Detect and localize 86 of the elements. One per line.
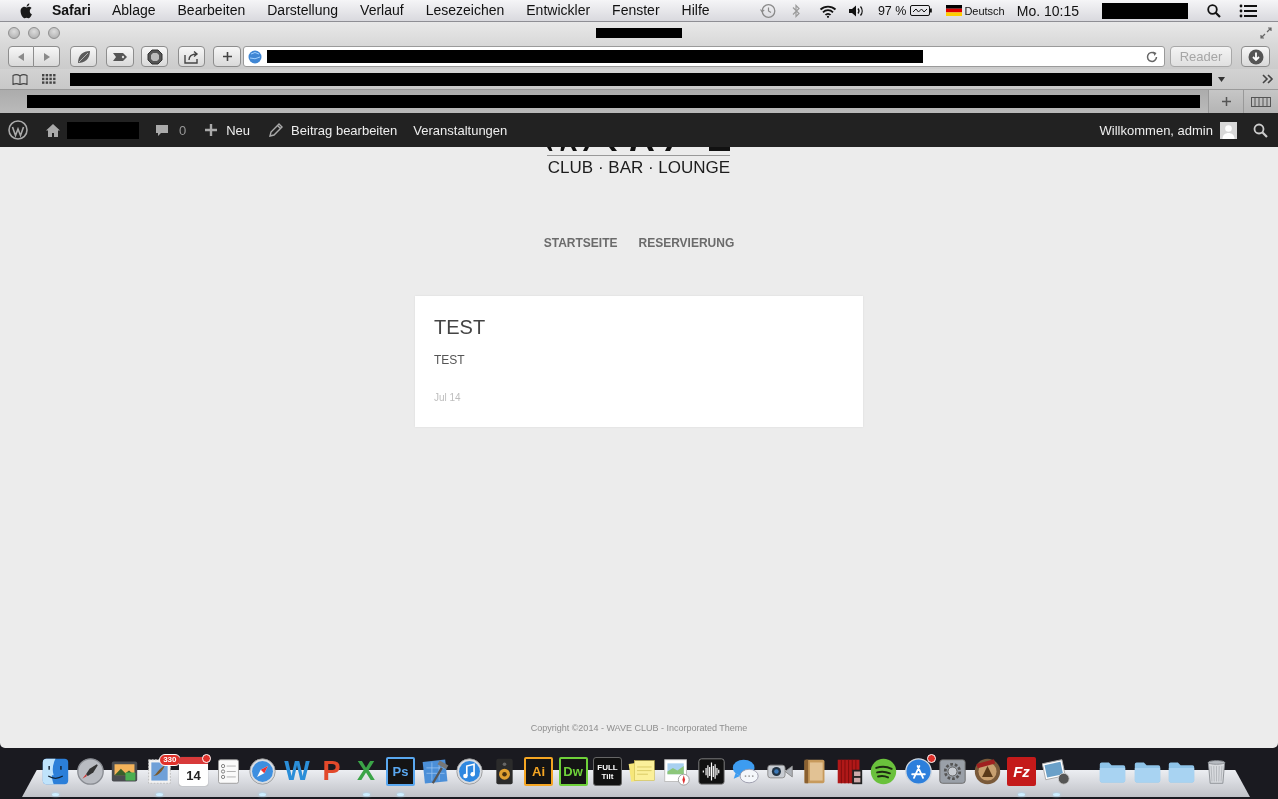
gear-icon[interactable] <box>938 757 967 786</box>
menu-item[interactable]: Fenster <box>601 0 671 21</box>
grid-icon[interactable] <box>42 74 56 84</box>
post-excerpt: TEST <box>434 353 465 367</box>
nav-link[interactable]: STARTSEITE <box>543 236 618 250</box>
admin-bar-link[interactable]: Neu <box>204 122 251 138</box>
notification-count: 330 <box>159 754 181 766</box>
photo-icon[interactable] <box>1041 757 1071 786</box>
speech-bubbles-icon[interactable] <box>731 757 760 786</box>
compass-icon[interactable] <box>248 757 277 786</box>
menu-item[interactable]: Darstellung <box>256 0 350 21</box>
fullscreen-icon[interactable] <box>1260 27 1272 39</box>
account-link[interactable]: Willkommen, admin <box>1099 121 1237 139</box>
menu-item[interactable]: Lesezeichen <box>414 0 516 21</box>
a-symbol-circle-icon[interactable] <box>903 757 933 786</box>
tab-overview-button[interactable] <box>1244 90 1278 113</box>
right-triangle-icon <box>42 51 51 62</box>
redaction-bar <box>67 121 139 139</box>
app-launcher[interactable]: FULL Tilt <box>593 757 622 786</box>
app-launcher[interactable]: Ai <box>524 757 553 786</box>
apple-icon[interactable] <box>20 2 33 19</box>
reload-icon[interactable] <box>1146 50 1158 63</box>
toolbar-button[interactable] <box>178 46 205 67</box>
app-launcher[interactable]: Dw <box>558 757 588 786</box>
tabs-overview-icon <box>1251 96 1271 107</box>
app-launcher[interactable]: Ps <box>386 757 415 786</box>
face-tile-icon[interactable] <box>41 757 70 786</box>
music-note-icon[interactable] <box>455 757 484 786</box>
comment-icon <box>155 123 169 137</box>
battery-percent[interactable]: 97 % <box>877 3 907 18</box>
post-title[interactable]: TEST <box>434 316 486 338</box>
plus-icon <box>204 123 219 137</box>
octagon-icon <box>146 48 163 65</box>
toolbar-button[interactable] <box>141 46 168 67</box>
volume-icon[interactable] <box>847 3 864 18</box>
admin-bar-link[interactable]: Beitrag bearbeiten <box>268 122 398 138</box>
map-icon[interactable] <box>662 757 691 786</box>
pencil-icon <box>268 122 284 138</box>
round-emblem-icon[interactable] <box>972 757 1002 786</box>
clock[interactable]: Mo. 10:15 <box>1016 2 1079 19</box>
flag-icon[interactable] <box>946 5 963 16</box>
home-icon[interactable] <box>45 122 61 138</box>
search-icon[interactable] <box>1207 3 1221 18</box>
back-button[interactable] <box>8 46 34 67</box>
waveform-icon[interactable] <box>696 757 726 786</box>
toolbar-button[interactable] <box>106 46 134 67</box>
new-tab-button[interactable] <box>1208 90 1244 113</box>
wordpress-logo-icon[interactable] <box>8 120 28 140</box>
calendar-launcher[interactable]: 14 <box>179 757 208 786</box>
menu-item[interactable]: Bearbeiten <box>166 0 257 21</box>
logo-tagline: CLUB · BAR · LOUNGE <box>547 158 731 178</box>
menu-item[interactable]: Hilfe <box>670 0 721 21</box>
admin-bar-link[interactable]: Veranstaltungen <box>413 122 508 138</box>
left-triangle-icon <box>17 51 25 62</box>
address-field[interactable] <box>243 46 1165 67</box>
app-menu[interactable]: Safari <box>42 0 101 21</box>
wifi-icon[interactable] <box>818 3 837 18</box>
search-icon[interactable] <box>1253 122 1268 138</box>
leaf-icon <box>75 48 92 65</box>
download-button[interactable] <box>1241 46 1270 67</box>
rocket-icon[interactable] <box>75 757 105 786</box>
share-icon <box>183 49 200 64</box>
book-icon[interactable] <box>12 73 28 85</box>
avatar-icon <box>1220 121 1237 139</box>
comments-link[interactable]: 0 <box>155 122 187 138</box>
toolbar-button[interactable] <box>70 46 97 67</box>
stripes-circle-icon[interactable] <box>869 757 898 786</box>
battery-icon[interactable] <box>910 5 933 16</box>
input-source[interactable]: Deutsch <box>964 4 1005 17</box>
post-date: Jul 14 <box>434 392 461 404</box>
globe-icon <box>248 49 262 64</box>
footer-text: Copyright ©2014 - WAVE CLUB - Incorporated Theme <box>530 723 748 734</box>
toolbar-button[interactable] <box>213 46 241 67</box>
plus-icon <box>1220 96 1232 107</box>
menu-item[interactable]: Verlauf <box>349 0 415 21</box>
plus-icon <box>221 51 233 62</box>
nav-link[interactable]: RESERVIERUNG <box>638 236 735 250</box>
hammer-blueprint-icon[interactable] <box>420 757 450 786</box>
download-icon <box>1247 48 1264 65</box>
list-icon[interactable] <box>1239 3 1257 18</box>
forward-button[interactable] <box>34 46 60 67</box>
double-chevron-icon[interactable] <box>1262 74 1274 84</box>
menu-item[interactable]: Entwickler <box>515 0 602 21</box>
caret-icon[interactable] <box>1218 76 1225 82</box>
app-launcher[interactable]: Fz <box>1007 757 1036 786</box>
menu-item[interactable]: Ablage <box>100 0 167 21</box>
